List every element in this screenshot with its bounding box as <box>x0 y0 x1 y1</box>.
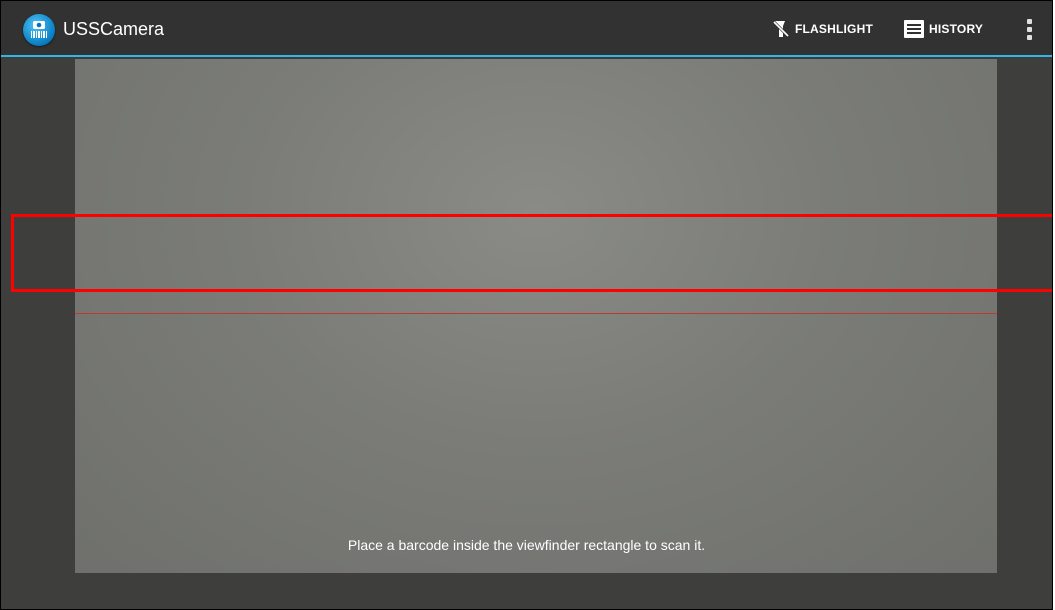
action-bar: USSCamera FLASHLIGHT HISTORY <box>1 1 1052 57</box>
scanner-screen: USSCamera FLASHLIGHT HISTORY Place a bar… <box>0 0 1053 610</box>
history-label: HISTORY <box>929 22 984 36</box>
barcode-camera-icon <box>23 14 55 46</box>
scan-laser-line <box>75 313 997 314</box>
camera-preview[interactable] <box>1 59 1052 609</box>
more-vert-icon[interactable] <box>1019 17 1039 43</box>
status-text: Place a barcode inside the viewfinder re… <box>347 537 706 553</box>
history-list-icon <box>903 19 925 39</box>
flashlight-label: FLASHLIGHT <box>795 22 873 36</box>
app-title: USSCamera <box>63 19 165 39</box>
flashlight-button[interactable]: FLASHLIGHT <box>771 15 873 43</box>
flashlight-off-icon <box>771 19 791 39</box>
history-button[interactable]: HISTORY <box>903 15 983 43</box>
viewfinder-rectangle <box>75 59 997 573</box>
highlight-box <box>11 214 1052 292</box>
